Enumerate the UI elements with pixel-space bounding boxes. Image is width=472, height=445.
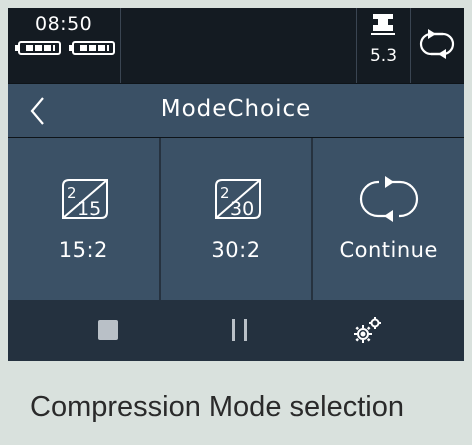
ratio-2-30-icon: 2 30 [215,179,261,220]
pause-icon[interactable] [232,319,248,341]
continuous-cycle-icon [359,176,418,222]
ratio-bottom: 30 [230,198,254,220]
control-bar [8,300,464,361]
mode-label: Continue [339,238,438,262]
battery-icon [69,41,115,55]
stop-icon[interactable] [98,320,118,340]
ratio-top: 2 [67,184,77,202]
status-bar: 08:50 5.3 [8,8,464,83]
mode-label: 15:2 [58,238,108,262]
ratio-2-15-icon: 2 15 [62,179,109,220]
device-screen: 08:50 5.3 ModeChoice 2 15 15:2 2 30 30:2… [8,8,465,361]
current-mode-indicator [410,8,464,83]
page-title: ModeChoice [160,96,312,122]
mode-continue-button[interactable]: Continue [311,138,465,300]
mode-30-2-button[interactable]: 2 30 30:2 [158,138,312,300]
screen-caption: Compression Mode selection [30,391,404,423]
battery-icon [15,41,61,55]
ratio-top: 2 [220,184,230,202]
ratio-bottom: 15 [77,198,101,220]
pressure-gauge-icon [371,14,395,35]
continuous-cycle-icon [419,29,455,59]
mode-choice-grid: 2 15 15:2 2 30 30:2 Continue [8,138,465,300]
clock-time: 08:50 [35,13,93,35]
mode-label: 30:2 [211,238,261,262]
page-header: ModeChoice [8,84,464,137]
gears-icon[interactable] [351,314,385,346]
pressure-indicator: 5.3 [356,8,411,83]
time-battery-block: 08:50 [8,8,121,83]
pressure-value: 5.3 [369,46,398,66]
mode-15-2-button[interactable]: 2 15 15:2 [8,138,159,300]
